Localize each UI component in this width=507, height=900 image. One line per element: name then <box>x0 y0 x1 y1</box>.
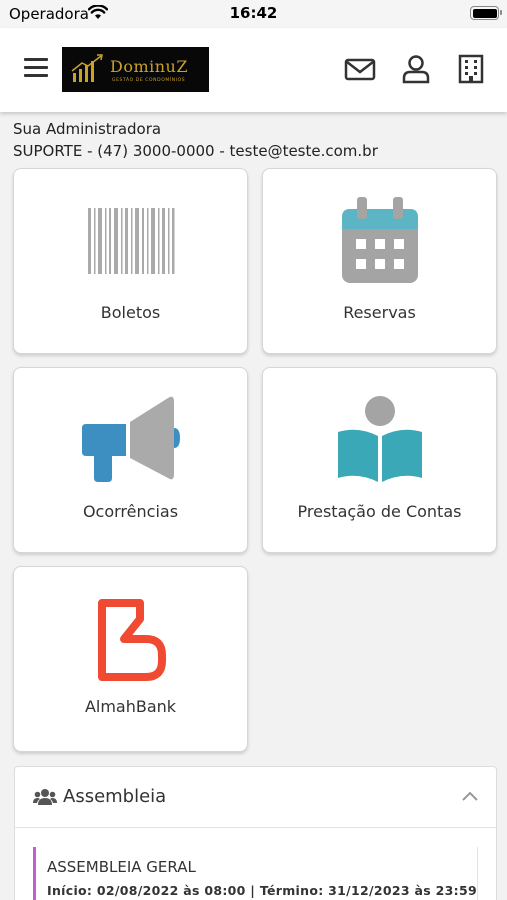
barcode-icon <box>87 208 174 274</box>
logo-chart-icon <box>71 54 103 82</box>
clock: 16:42 <box>229 4 278 22</box>
logo-name: DominuZ <box>110 57 188 76</box>
card-almahbank[interactable]: AlmahBank <box>13 566 248 752</box>
card-label: Reservas <box>343 303 416 322</box>
assembleia-item-title: ASSEMBLEIA GERAL <box>47 858 196 876</box>
assembleia-header[interactable]: Assembleia <box>15 767 496 828</box>
mail-icon[interactable] <box>344 54 376 84</box>
card-label: AlmahBank <box>84 697 177 716</box>
card-reservas[interactable]: Reservas <box>262 168 497 354</box>
card-label: Boletos <box>100 303 161 322</box>
chevron-up-icon[interactable] <box>461 790 479 802</box>
assembleia-title: Assembleia <box>63 786 167 807</box>
status-bar: Operadora 16:42 <box>0 0 507 28</box>
card-boletos[interactable]: Boletos <box>13 168 248 354</box>
card-label: Prestação de Contas <box>297 502 462 521</box>
menu-icon[interactable] <box>24 58 48 78</box>
admin-contact: SUPORTE - (47) 3000-0000 - teste@teste.c… <box>13 142 378 160</box>
almahbank-logo-icon <box>97 599 166 681</box>
user-icon[interactable] <box>400 54 432 84</box>
card-label: Ocorrências <box>82 502 179 521</box>
card-ocorrencias[interactable]: Ocorrências <box>13 367 248 553</box>
card-prestacao-de-contas[interactable]: Prestação de Contas <box>262 367 497 553</box>
admin-title: Sua Administradora <box>13 120 162 138</box>
logo-subtitle: GESTÃO DE CONDOMÍNIOS <box>112 78 186 83</box>
assembleia-item-dates: Início: 02/08/2022 às 08:00 | Término: 3… <box>47 883 477 898</box>
battery-icon <box>470 6 502 20</box>
reading-person-icon <box>337 396 422 482</box>
app-header: DominuZ GESTÃO DE CONDOMÍNIOS <box>0 28 507 112</box>
assembleia-item[interactable]: ASSEMBLEIA GERAL Início: 02/08/2022 às 0… <box>33 847 478 900</box>
calendar-icon <box>341 197 418 283</box>
dominuz-logo: DominuZ GESTÃO DE CONDOMÍNIOS <box>62 47 209 92</box>
users-icon <box>33 789 57 805</box>
megaphone-icon <box>81 396 180 482</box>
assembleia-panel: Assembleia ASSEMBLEIA GERAL Início: 02/0… <box>14 766 497 900</box>
building-icon[interactable] <box>455 54 487 84</box>
